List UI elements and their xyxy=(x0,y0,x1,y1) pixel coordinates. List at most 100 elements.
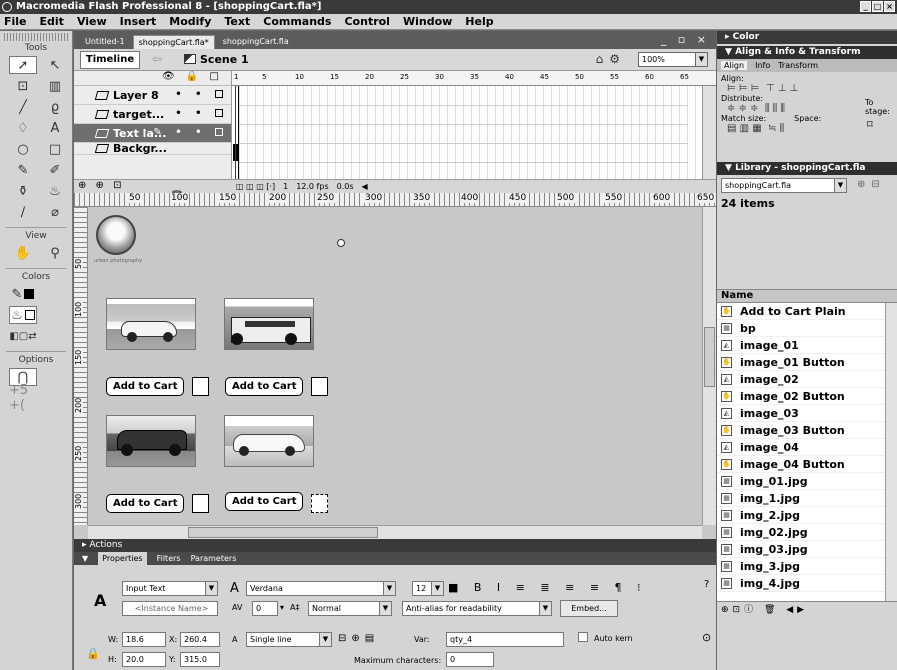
eyedropper-tool-icon[interactable]: ∕ xyxy=(9,203,37,221)
anti-alias-select[interactable]: Anti-alias for readability ▼ xyxy=(402,601,552,616)
brush-tool-icon[interactable]: ✐ xyxy=(41,161,69,179)
menu-edit[interactable]: Edit xyxy=(40,14,64,29)
hand-tool-icon[interactable]: ✋ xyxy=(9,244,37,262)
no-color-icon[interactable] xyxy=(41,327,69,345)
list-item[interactable]: ✋ Add to Cart Plain xyxy=(717,303,897,320)
list-item[interactable]: ◭ image_04 xyxy=(717,439,897,456)
stage[interactable]: urban photography Add to Cart Add to Car… xyxy=(88,207,702,525)
library-panel-header[interactable]: ▼ Library - shoppingCart.fla xyxy=(717,162,897,175)
minimize-button[interactable]: _ xyxy=(860,1,871,12)
actions-panel-header[interactable]: ▸ Actions xyxy=(74,539,716,552)
layer-row[interactable]: Layer 8 • • xyxy=(74,86,231,105)
menu-file[interactable]: File xyxy=(4,14,27,29)
edit-scene-symbol-icons[interactable]: ⌂⚙ xyxy=(596,52,626,66)
free-transform-tool-icon[interactable]: ⊡ xyxy=(9,77,37,95)
restore-button[interactable]: □ xyxy=(872,1,883,12)
lock-icon[interactable]: 🔒 xyxy=(86,647,100,660)
embed-button[interactable]: Embed... xyxy=(560,600,618,617)
add-to-cart-button[interactable]: Add to Cart xyxy=(106,494,185,513)
selection-tool-icon[interactable]: ➚ xyxy=(9,56,37,74)
list-item[interactable]: ◭ image_01 xyxy=(717,337,897,354)
scroll-thumb[interactable] xyxy=(704,327,715,387)
list-item[interactable]: ▦ img_3.jpg xyxy=(717,558,897,575)
frames-grid[interactable]: 1 5 10 15 20 25 30 35 40 45 50 55 60 65 … xyxy=(232,71,716,193)
add-to-cart-button[interactable]: Add to Cart xyxy=(225,492,304,511)
quantity-input[interactable] xyxy=(192,494,209,513)
line-tool-icon[interactable]: ╱ xyxy=(9,98,37,116)
tab-shoppingcart[interactable]: shoppingCart.fla xyxy=(218,35,294,49)
height-input[interactable]: 20.0 xyxy=(122,652,166,667)
playhead[interactable] xyxy=(235,86,236,179)
scene-breadcrumb[interactable]: Scene 1 xyxy=(184,53,249,66)
auto-kern-checkbox[interactable] xyxy=(578,632,588,642)
registration-point[interactable] xyxy=(337,239,345,247)
fill-bucket-icon[interactable]: ♨ xyxy=(9,306,37,324)
layer-footer-buttons[interactable]: ⊕ ⊕ ⊡ 🗑 xyxy=(74,179,232,202)
close-button[interactable]: × xyxy=(884,1,895,12)
width-input[interactable]: 18.6 xyxy=(122,632,166,647)
timeline-toggle-button[interactable]: Timeline xyxy=(80,51,140,69)
var-input[interactable]: qty_4 xyxy=(446,632,564,647)
paint-bucket-tool-icon[interactable]: ♨ xyxy=(41,182,69,200)
list-item[interactable]: ▦ img_4.jpg xyxy=(717,575,897,592)
list-item[interactable]: ✋ image_02 Button xyxy=(717,388,897,405)
fill-color-icon[interactable] xyxy=(41,285,69,303)
image_03-thumbnail[interactable] xyxy=(106,415,196,467)
frame-cells[interactable] xyxy=(232,86,702,179)
tab-transform[interactable]: Transform xyxy=(778,61,818,70)
char-position-select[interactable]: Normal ▼ xyxy=(308,601,392,616)
list-item[interactable]: ◭ image_03 xyxy=(717,405,897,422)
library-name-column[interactable]: Name xyxy=(717,289,897,303)
add-to-cart-button[interactable]: Add to Cart xyxy=(106,377,185,396)
oval-tool-icon[interactable]: ○ xyxy=(9,140,37,158)
layer-visibility-lock-outline[interactable]: • • xyxy=(175,89,223,100)
menu-view[interactable]: View xyxy=(77,14,107,29)
eraser-tool-icon[interactable]: ⌀ xyxy=(41,203,69,221)
pen-tool-icon[interactable]: ♢ xyxy=(9,119,37,137)
text-format-icons[interactable]: ■ B I ≡ ≣ ≡ ≡ ¶ ⁝ xyxy=(448,581,647,594)
tab-info[interactable]: Info xyxy=(755,61,770,70)
help-icon[interactable]: ? xyxy=(704,579,709,590)
letter-spacing-input[interactable]: 0 xyxy=(252,601,278,616)
back-arrow-icon[interactable]: ⇦ xyxy=(152,52,162,66)
tab-shoppingcart-modified[interactable]: shoppingCart.fla* xyxy=(132,35,215,49)
menu-modify[interactable]: Modify xyxy=(169,14,211,29)
list-item[interactable]: ◭ image_02 xyxy=(717,371,897,388)
library-doc-select[interactable]: shoppingCart.fla ▼ xyxy=(721,178,847,193)
layer-row[interactable]: target... • • xyxy=(74,105,231,124)
quantity-input[interactable] xyxy=(311,377,328,396)
tab-align[interactable]: Align xyxy=(721,61,748,70)
x-input[interactable]: 260.4 xyxy=(180,632,220,647)
align-buttons[interactable]: ⊨ ⊨ ⊨ ⊤ ⊥ ⊥ xyxy=(721,83,893,94)
font-size-select[interactable]: 12 ▼ xyxy=(412,581,444,596)
ink-bottle-tool-icon[interactable]: ⚱ xyxy=(9,182,37,200)
layer-row[interactable]: Backgr... xyxy=(74,143,231,155)
subselection-tool-icon[interactable]: ↖ xyxy=(41,56,69,74)
y-input[interactable]: 315.0 xyxy=(180,652,220,667)
color-panel-header[interactable]: ▸ Color xyxy=(717,31,897,44)
list-item[interactable]: ▦ img_2.jpg xyxy=(717,507,897,524)
image_02-thumbnail[interactable] xyxy=(224,298,314,350)
align-panel-header[interactable]: ▼ Align & Info & Transform xyxy=(717,46,897,59)
swap-colors-icon[interactable] xyxy=(41,306,69,324)
stage-vertical-scrollbar[interactable] xyxy=(702,207,716,525)
layer-visibility-lock-outline[interactable]: ✎ • • xyxy=(153,127,223,138)
image_04-thumbnail[interactable] xyxy=(224,415,314,467)
document-window-controls[interactable]: _ ▫ × xyxy=(661,33,710,46)
scroll-thumb[interactable] xyxy=(188,527,378,538)
onion-skin-icons[interactable]: ◫ ◫ ◫ [·] xyxy=(236,180,275,193)
smooth-straighten-icon[interactable]: +5 +( xyxy=(9,383,37,413)
quantity-input[interactable] xyxy=(192,377,209,396)
to-stage-icon[interactable]: ⌑ xyxy=(867,118,873,131)
rectangle-tool-icon[interactable]: □ xyxy=(41,140,69,158)
list-item[interactable]: ✋ image_01 Button xyxy=(717,354,897,371)
tools-grip[interactable] xyxy=(4,33,68,41)
zoom-tool-icon[interactable]: ⚲ xyxy=(41,244,69,262)
library-scrollbar[interactable] xyxy=(885,303,897,601)
frame-ruler[interactable]: 1 5 10 15 20 25 30 35 40 45 50 55 60 65 xyxy=(232,71,716,86)
layer-visibility-lock-outline[interactable]: • • xyxy=(175,108,223,119)
pencil-tool-icon[interactable]: ✎ xyxy=(9,161,37,179)
quantity-input-selected[interactable] xyxy=(311,494,328,513)
lasso-tool-icon[interactable]: ϱ xyxy=(41,98,69,116)
letter-spacing-arrow[interactable]: ▾ xyxy=(280,603,284,612)
